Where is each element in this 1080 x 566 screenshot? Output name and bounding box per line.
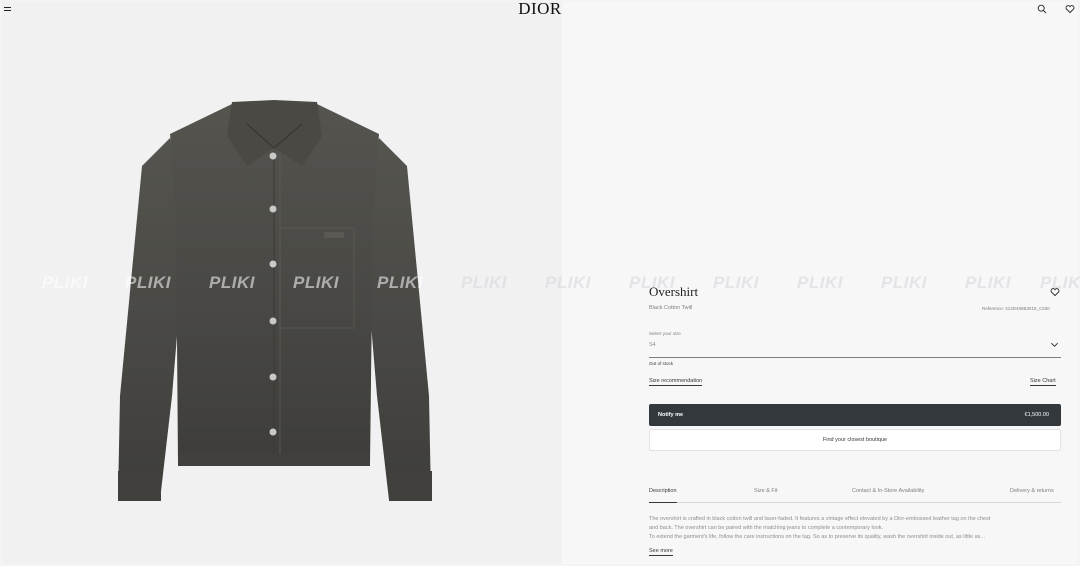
watermark: PLIKI — [1040, 273, 1080, 292]
find-boutique-button[interactable]: Find your closest boutique — [649, 429, 1061, 451]
size-select[interactable]: S4 — [649, 338, 1061, 358]
size-value: S4 — [649, 342, 656, 348]
watermark: PLIKI — [965, 273, 1011, 292]
tab-size-fit[interactable]: Size & Fit — [754, 488, 778, 503]
watermark: PLIKI — [209, 273, 255, 292]
watermark: PLIKI — [797, 273, 843, 292]
search-icon[interactable] — [1037, 4, 1047, 14]
watermark: PLIKI — [42, 273, 88, 292]
stock-status: Out of stock — [649, 361, 674, 366]
tab-delivery-returns[interactable]: Delivery & returns — [1010, 488, 1054, 503]
product-price: €1,500.00 — [1024, 412, 1049, 418]
notify-me-button[interactable]: Notify me €1,500.00 — [649, 404, 1061, 426]
tab-contact-availability[interactable]: Contact & In-Store Availability — [852, 488, 924, 503]
watermark: PLIKI — [545, 273, 591, 292]
description-line: and back. The overshirt can be paired wi… — [649, 525, 884, 531]
product-title: Overshirt — [649, 284, 699, 299]
product-image — [118, 100, 432, 501]
wishlist-heart-icon[interactable] — [1050, 287, 1060, 297]
size-recommendation-link[interactable]: Size recommendation — [649, 378, 703, 386]
product-tabs: Description Size & Fit Contact & In-Stor… — [649, 488, 1061, 503]
size-select-label: Select your size — [649, 331, 681, 336]
watermark: PLIKI — [713, 273, 759, 292]
notify-me-label: Notify me — [658, 412, 684, 418]
chevron-down-icon — [1051, 342, 1058, 347]
heart-icon[interactable] — [1065, 4, 1075, 14]
watermark: PLIKI — [461, 273, 507, 292]
description-line: The overshirt is crafted in black cotton… — [649, 516, 991, 522]
watermark: PLIKI — [125, 273, 171, 292]
watermark: PLIKI — [377, 273, 423, 292]
see-more-link[interactable]: See more — [649, 548, 673, 556]
product-subtitle: Black Cotton Twill — [649, 305, 693, 311]
size-chart-link[interactable]: Size Chart — [1030, 378, 1056, 386]
dior-logo[interactable]: DIOR — [0, 0, 1080, 18]
watermark: PLIKI — [293, 273, 339, 292]
description-line: To extend the garment's life, follow the… — [649, 534, 986, 540]
product-description: The overshirt is crafted in black cotton… — [649, 515, 1061, 542]
watermark: PLIKI — [881, 273, 927, 292]
product-reference: Reference: 413D488B3519_C830 — [982, 306, 1050, 311]
tab-description[interactable]: Description — [649, 488, 677, 503]
